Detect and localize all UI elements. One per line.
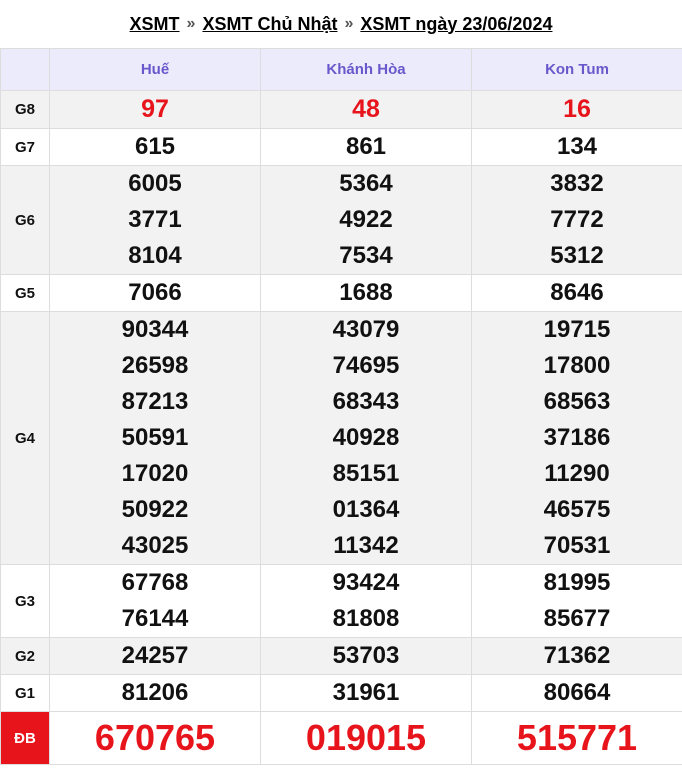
prize-number: 81995 bbox=[543, 569, 611, 596]
prize-label-special: ĐB bbox=[0, 711, 50, 765]
prize-number-special: 515771 bbox=[471, 711, 682, 765]
prize-number: 81808 bbox=[332, 605, 400, 632]
prize-number: 24257 bbox=[49, 637, 261, 675]
breadcrumb: XSMT » XSMT Chủ Nhật » XSMT ngày 23/06/2… bbox=[0, 0, 682, 48]
prize-number: 68563 bbox=[543, 388, 611, 415]
prize-number: 26598 bbox=[121, 352, 189, 379]
prize-number: 85677 bbox=[543, 605, 611, 632]
prize-number: 87213 bbox=[121, 388, 189, 415]
prize-number: 5364 bbox=[339, 170, 393, 197]
prize-number: 50922 bbox=[121, 496, 189, 523]
table-header-row: Huế Khánh Hòa Kon Tum bbox=[0, 48, 682, 91]
breadcrumb-separator: » bbox=[186, 15, 196, 32]
prize-number: 46575 bbox=[543, 496, 611, 523]
header-corner-cell bbox=[0, 48, 50, 91]
prize-number: 50591 bbox=[121, 424, 189, 451]
prize-number: 11342 bbox=[333, 532, 399, 559]
prize-cell: 43079 74695 68343 40928 85151 01364 1134… bbox=[260, 311, 472, 565]
province-header-kon-tum[interactable]: Kon Tum bbox=[471, 48, 682, 91]
prize-cell: 81995 85677 bbox=[471, 564, 682, 638]
prize-number: 17800 bbox=[543, 352, 611, 379]
prize-number: 7066 bbox=[49, 274, 261, 312]
prize-cell: 67768 76144 bbox=[49, 564, 261, 638]
prize-number: 8104 bbox=[128, 242, 182, 269]
prize-number: 3832 bbox=[550, 170, 604, 197]
prize-cell: 3832 7772 5312 bbox=[471, 165, 682, 275]
breadcrumb-separator: » bbox=[344, 15, 354, 32]
prize-number-special: 019015 bbox=[260, 711, 472, 765]
prize-number: 5312 bbox=[550, 242, 604, 269]
prize-number: 01364 bbox=[332, 496, 400, 523]
prize-number: 43079 bbox=[332, 316, 400, 343]
table-row-g7: G7 615 861 134 bbox=[0, 128, 682, 166]
prize-number: 37186 bbox=[543, 424, 611, 451]
prize-label: G2 bbox=[0, 637, 50, 675]
prize-number: 70531 bbox=[543, 532, 611, 559]
prize-number: 11290 bbox=[544, 460, 610, 487]
prize-number: 134 bbox=[471, 128, 682, 166]
prize-number: 81206 bbox=[49, 674, 261, 712]
prize-label: G7 bbox=[0, 128, 50, 166]
breadcrumb-link-xsmt-date[interactable]: XSMT ngày 23/06/2024 bbox=[360, 14, 552, 35]
prize-label: G4 bbox=[0, 311, 50, 565]
prize-number: 43025 bbox=[121, 532, 189, 559]
province-header-hue[interactable]: Huế bbox=[49, 48, 261, 91]
prize-number: 19715 bbox=[543, 316, 611, 343]
prize-number: 7772 bbox=[550, 206, 604, 233]
prize-number: 90344 bbox=[121, 316, 189, 343]
prize-number: 76144 bbox=[121, 605, 189, 632]
prize-cell: 19715 17800 68563 37186 11290 46575 7053… bbox=[471, 311, 682, 565]
prize-number: 80664 bbox=[471, 674, 682, 712]
table-row-g4: G4 90344 26598 87213 50591 17020 50922 4… bbox=[0, 311, 682, 565]
prize-cell: 5364 4922 7534 bbox=[260, 165, 472, 275]
table-row-g5: G5 7066 1688 8646 bbox=[0, 274, 682, 312]
table-row-g1: G1 81206 31961 80664 bbox=[0, 674, 682, 712]
table-row-g3: G3 67768 76144 93424 81808 81995 85677 bbox=[0, 564, 682, 638]
breadcrumb-link-xsmt-chu-nhat[interactable]: XSMT Chủ Nhật bbox=[202, 14, 337, 35]
prize-label: G6 bbox=[0, 165, 50, 275]
table-row-g6: G6 6005 3771 8104 5364 4922 7534 3832 77… bbox=[0, 165, 682, 275]
prize-number: 16 bbox=[471, 90, 682, 129]
prize-number: 3771 bbox=[128, 206, 182, 233]
prize-number: 53703 bbox=[260, 637, 472, 675]
prize-number-special: 670765 bbox=[49, 711, 261, 765]
prize-number: 4922 bbox=[339, 206, 393, 233]
prize-label: G5 bbox=[0, 274, 50, 312]
prize-cell: 6005 3771 8104 bbox=[49, 165, 261, 275]
prize-number: 31961 bbox=[260, 674, 472, 712]
prize-number: 71362 bbox=[471, 637, 682, 675]
prize-number: 93424 bbox=[332, 569, 400, 596]
prize-number: 17020 bbox=[121, 460, 189, 487]
table-row-g2: G2 24257 53703 71362 bbox=[0, 637, 682, 675]
prize-label: G3 bbox=[0, 564, 50, 638]
prize-number: 615 bbox=[49, 128, 261, 166]
prize-number: 68343 bbox=[332, 388, 400, 415]
prize-number: 1688 bbox=[260, 274, 472, 312]
prize-cell: 90344 26598 87213 50591 17020 50922 4302… bbox=[49, 311, 261, 565]
prize-label: G1 bbox=[0, 674, 50, 712]
table-row-special: ĐB 670765 019015 515771 bbox=[0, 711, 682, 765]
prize-number: 74695 bbox=[332, 352, 400, 379]
prize-number: 67768 bbox=[121, 569, 189, 596]
breadcrumb-link-xsmt[interactable]: XSMT bbox=[130, 14, 180, 35]
province-header-khanh-hoa[interactable]: Khánh Hòa bbox=[260, 48, 472, 91]
prize-number: 861 bbox=[260, 128, 472, 166]
prize-number: 8646 bbox=[471, 274, 682, 312]
prize-number: 85151 bbox=[332, 460, 400, 487]
prize-number: 40928 bbox=[332, 424, 400, 451]
results-table: Huế Khánh Hòa Kon Tum G8 97 48 16 G7 615… bbox=[0, 48, 682, 765]
prize-cell: 93424 81808 bbox=[260, 564, 472, 638]
table-row-g8: G8 97 48 16 bbox=[0, 90, 682, 129]
prize-label: G8 bbox=[0, 90, 50, 129]
prize-number: 48 bbox=[260, 90, 472, 129]
prize-number: 6005 bbox=[128, 170, 182, 197]
prize-number: 97 bbox=[49, 90, 261, 129]
prize-number: 7534 bbox=[339, 242, 393, 269]
